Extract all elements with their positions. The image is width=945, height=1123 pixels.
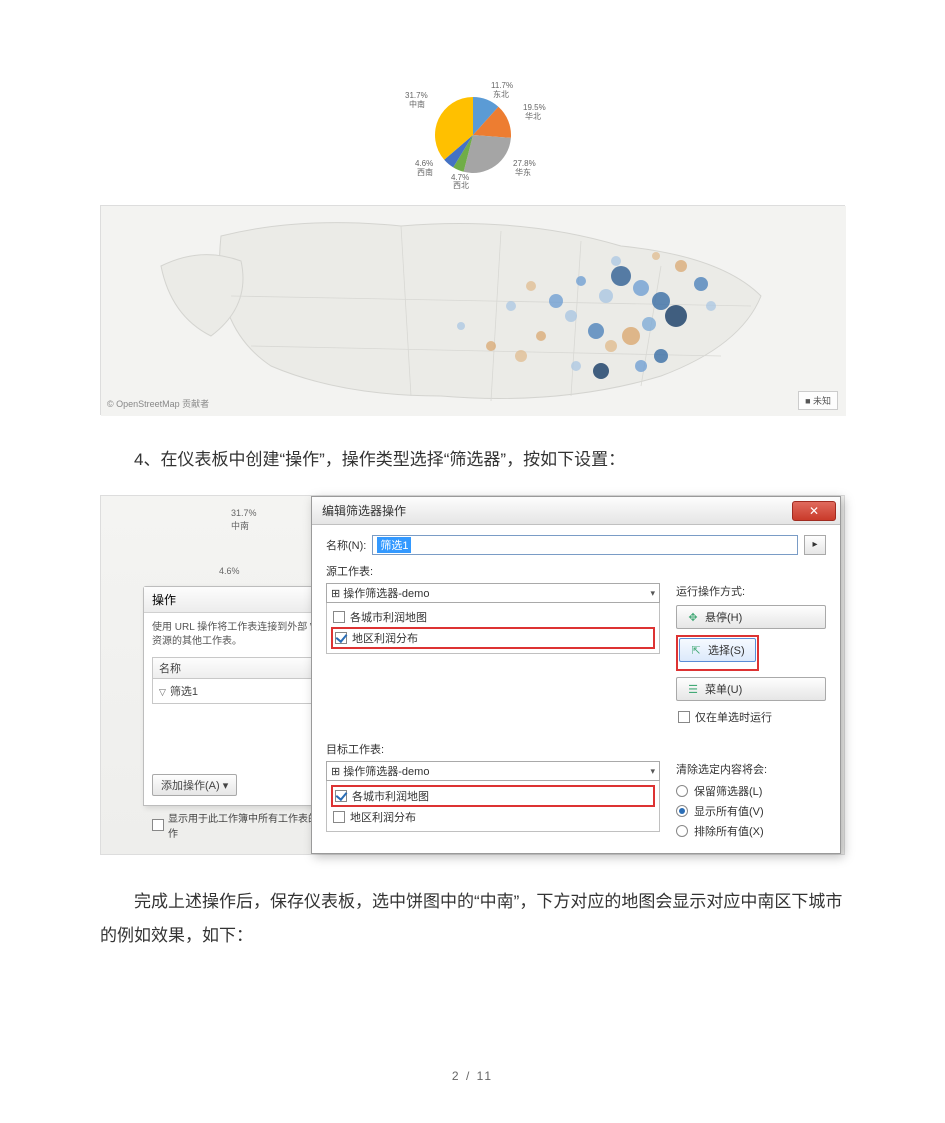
chevron-down-icon: ▾ xyxy=(650,766,655,777)
add-action-button[interactable]: 添加操作(A) ▾ xyxy=(152,774,237,796)
pie-label-dongbei: 东北 xyxy=(493,89,509,99)
name-input[interactable]: 筛选1 xyxy=(372,535,798,555)
radio-show-all[interactable]: 显示所有值(V) xyxy=(676,801,826,821)
pie-label-xinan-pct: 4.6% xyxy=(415,159,433,168)
step-4-text: 4、在仪表板中创建“操作”，操作类型选择“筛选器”，按如下设置： xyxy=(100,443,845,477)
tgt-item-label: 各城市利润地图 xyxy=(352,788,429,804)
actions-list-header: 名称 xyxy=(152,657,332,679)
page-total: 11 xyxy=(477,1069,493,1083)
single-select-checkbox[interactable] xyxy=(678,711,690,723)
checkbox[interactable] xyxy=(333,811,345,823)
source-combo[interactable]: ⊞ 操作筛选器-demo ▾ xyxy=(326,583,660,603)
bg-pie-name: 中南 xyxy=(231,519,249,532)
dialog-screenshot: 31.7% 中南 4.6% 操作 使用 URL 操作将工作表连接到外部 Web … xyxy=(100,495,845,855)
action-name: 筛选1 xyxy=(170,686,198,698)
source-combo-value: ⊞ 操作筛选器-demo xyxy=(331,585,429,601)
page-footer: 2 / 11 xyxy=(0,1069,945,1083)
radio-exclude-label: 排除所有值(X) xyxy=(694,823,764,839)
pie-label-huabei-pct: 19.5% xyxy=(523,103,546,112)
target-sheets-label: 目标工作表: xyxy=(326,741,826,757)
target-sheet-list: 各城市利润地图 地区利润分布 xyxy=(326,781,660,832)
pie-chart: 11.7% 东北 19.5% 华北 27.8% 华东 4.7% 西北 4.6% … xyxy=(100,80,845,195)
source-sheets-label: 源工作表: xyxy=(326,563,826,579)
run-select-label: 选择(S) xyxy=(708,642,745,658)
source-sheet-list: 各城市利润地图 地区利润分布 xyxy=(326,603,660,654)
src-item-citymap[interactable]: 各城市利润地图 xyxy=(331,607,655,627)
bg-pie-pct: 31.7% xyxy=(231,508,257,518)
pie-label-dongbei-pct: 11.7% xyxy=(491,81,513,90)
tgt-item-region[interactable]: 地区利润分布 xyxy=(331,807,655,827)
radio-show-label: 显示所有值(V) xyxy=(694,803,764,819)
pie-label-zhongnan: 中南 xyxy=(409,99,425,109)
src-item-label: 各城市利润地图 xyxy=(350,609,427,625)
name-dropdown-button[interactable]: ▸ xyxy=(804,535,826,555)
run-menu-button[interactable]: ☰ 菜单(U) xyxy=(676,677,826,701)
checkbox-checked[interactable] xyxy=(335,632,347,644)
menu-icon: ☰ xyxy=(687,683,699,696)
clear-selection-label: 清除选定内容将会: xyxy=(676,761,826,777)
run-hover-label: 悬停(H) xyxy=(705,609,742,625)
radio-keep-label: 保留筛选器(L) xyxy=(694,783,762,799)
target-combo[interactable]: ⊞ 操作筛选器-demo ▾ xyxy=(326,761,660,781)
run-hover-button[interactable]: ✥ 悬停(H) xyxy=(676,605,826,629)
select-icon: ⇱ xyxy=(690,644,702,657)
china-map: © OpenStreetMap 贡献者 ■ 未知 xyxy=(100,205,845,415)
show-all-checkbox[interactable] xyxy=(152,819,164,831)
radio-selected[interactable] xyxy=(676,805,688,817)
result-text: 完成上述操作后，保存仪表板，选中饼图中的“中南”，下方对应的地图会显示对应中南区… xyxy=(100,885,845,953)
filter-icon: ▽ xyxy=(159,687,166,697)
actions-list-item[interactable]: ▽筛选1 选 xyxy=(152,679,332,704)
pie-label-huadong-pct: 27.8% xyxy=(513,159,536,168)
run-menu-label: 菜单(U) xyxy=(705,681,742,697)
pie-label-zhongnan-pct: 31.7% xyxy=(405,91,428,100)
map-attribution: © OpenStreetMap 贡献者 xyxy=(107,397,209,410)
radio-keep[interactable]: 保留筛选器(L) xyxy=(676,781,826,801)
name-input-value: 筛选1 xyxy=(377,537,411,553)
actions-hint: 使用 URL 操作将工作表连接到外部 Web 资源的其他工作表。 xyxy=(152,621,332,649)
page-current: 2 xyxy=(452,1069,461,1083)
run-action-label: 运行操作方式: xyxy=(676,583,826,599)
page-sep: / xyxy=(466,1069,471,1083)
checkbox[interactable] xyxy=(333,611,345,623)
src-item-label: 地区利润分布 xyxy=(352,630,418,646)
pie-label-huabei: 华北 xyxy=(525,111,541,121)
tgt-item-label: 地区利润分布 xyxy=(350,809,416,825)
show-all-label: 显示用于此工作簿中所有工作表的操作 xyxy=(168,810,332,840)
pie-label-xinan: 西南 xyxy=(417,167,433,177)
map-legend-unknown: ■ 未知 xyxy=(798,391,838,410)
checkbox-checked[interactable] xyxy=(335,790,347,802)
bg-pie-pct2: 4.6% xyxy=(219,566,240,576)
radio-exclude[interactable]: 排除所有值(X) xyxy=(676,821,826,841)
single-select-label: 仅在单选时运行 xyxy=(695,709,772,725)
edit-filter-dialog: 编辑筛选器操作 ✕ 名称(N): 筛选1 ▸ 源工作表: ⊞ 操作筛选器-dem… xyxy=(311,496,841,854)
pie-label-huadong: 华东 xyxy=(515,167,531,177)
pie-label-xibei: 西北 xyxy=(453,181,469,190)
run-select-button[interactable]: ⇱ 选择(S) xyxy=(679,638,756,662)
target-combo-value: ⊞ 操作筛选器-demo xyxy=(331,763,429,779)
chevron-down-icon: ▾ xyxy=(650,588,655,599)
src-item-region[interactable]: 地区利润分布 xyxy=(331,627,655,649)
dialog-title: 编辑筛选器操作 xyxy=(322,502,406,519)
hover-icon: ✥ xyxy=(687,611,699,624)
radio[interactable] xyxy=(676,825,688,837)
radio[interactable] xyxy=(676,785,688,797)
close-button[interactable]: ✕ xyxy=(792,501,836,521)
tgt-item-citymap[interactable]: 各城市利润地图 xyxy=(331,785,655,807)
name-label: 名称(N): xyxy=(326,537,366,553)
